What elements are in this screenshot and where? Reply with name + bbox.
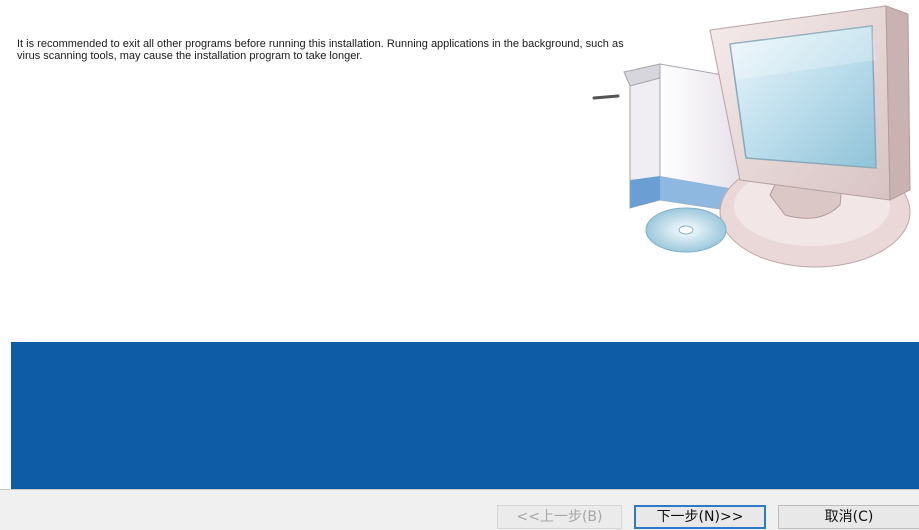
brand-banner <box>11 342 919 489</box>
computer-with-cd-icon <box>592 5 911 268</box>
next-button[interactable]: 下一步(N)>> <box>634 505 766 529</box>
back-button[interactable]: <<上一步(B) <box>497 505 622 529</box>
cancel-button[interactable]: 取消(C) <box>778 505 919 529</box>
install-recommendation-text: It is recommended to exit all other prog… <box>17 38 624 62</box>
installer-content-area: It is recommended to exit all other prog… <box>0 0 919 342</box>
